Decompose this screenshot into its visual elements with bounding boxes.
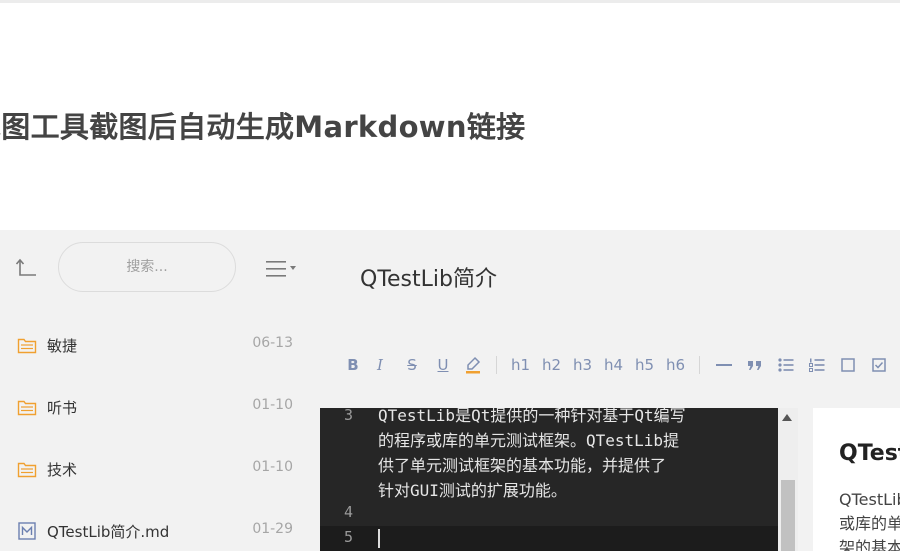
ordered-list-icon [808,358,824,372]
heading-1-button[interactable]: h1 [505,352,536,378]
search-input[interactable] [75,258,219,276]
bullet-list-icon [777,358,793,372]
heading-4-button[interactable]: h4 [598,352,629,378]
parent-folder-icon[interactable] [15,256,39,280]
preview-paragraph: QTestLib是Qt提供的 或库的单元测试框 架的基本功能 [839,488,900,551]
editor-pane: QTestLib简介 B I S U h1 h2 h3 h4 h5 h6 3 4… [320,230,900,551]
list-item[interactable]: QTestLib简介.md 01-29 [0,500,320,551]
quote-icon [747,361,761,370]
folder-icon [17,400,37,416]
preview-line: 或库的单元测试框 [839,514,900,533]
highlighter-icon [466,356,481,374]
quote-button[interactable] [739,352,770,378]
file-date: 06-13 [252,335,293,351]
horizontal-rule-icon [715,364,732,366]
bold-button[interactable]: B [342,352,364,378]
file-list: 敏捷 06-13 听书 01-10 技术 01-10 QTestLib简介.md… [0,314,320,551]
top-divider [0,0,900,3]
file-name: 技术 [47,461,78,479]
checkbox-icon [840,358,855,372]
editor-scrollbar[interactable] [778,408,798,551]
code-text[interactable]: QTestLib是Qt提供的一种针对基于Qt编写 的程序或库的单元测试框架。QT… [378,408,758,503]
heading-5-button[interactable]: h5 [629,352,660,378]
preview-heading: QTestLib简介 [839,441,900,466]
markdown-file-icon [18,522,36,540]
active-line-highlight [320,526,778,551]
heading-6-button[interactable]: h6 [660,352,691,378]
preview-line: 架的基本功能 [839,538,900,551]
article-title: 截图工具截图后自动生成Markdown链接 [0,110,526,144]
heading-2-button[interactable]: h2 [536,352,567,378]
checked-checkbox-button[interactable] [863,352,894,378]
sidebar-header [0,230,320,310]
search-box[interactable] [58,242,236,292]
code-line: 的程序或库的单元测试框架。QTestLib提 [378,431,680,450]
scroll-thumb[interactable] [781,480,795,551]
italic-button[interactable]: I [364,352,396,378]
bullet-list-button[interactable] [770,352,801,378]
file-name: 听书 [47,399,78,417]
code-line: 供了单元测试框架的基本功能，并提供了 [378,456,667,475]
text-cursor [378,529,380,548]
file-name: QTestLib简介.md [47,523,170,541]
list-item[interactable]: 听书 01-10 [0,376,320,438]
highlight-button[interactable] [458,352,488,378]
list-item[interactable]: 敏捷 06-13 [0,314,320,376]
line-number: 4 [344,503,354,521]
folder-icon [17,462,37,478]
toolbar-divider [496,356,497,374]
file-date: 01-29 [252,521,293,537]
file-date: 01-10 [252,459,293,475]
list-menu-icon[interactable] [265,258,299,280]
underline-button[interactable]: U [428,352,458,378]
strikethrough-button[interactable]: S [396,352,428,378]
horizontal-rule-button[interactable] [708,352,739,378]
file-name: 敏捷 [47,337,78,355]
sidebar: 敏捷 06-13 听书 01-10 技术 01-10 [0,230,320,551]
format-toolbar: B I S U h1 h2 h3 h4 h5 h6 [342,350,894,380]
line-number: 5 [344,528,354,546]
heading-3-button[interactable]: h3 [567,352,598,378]
line-number-gutter: 3 4 5 [320,408,368,551]
checked-checkbox-icon [871,358,886,372]
empty-checkbox-button[interactable] [832,352,863,378]
line-number: 3 [344,408,354,424]
markdown-editor-window: 敏捷 06-13 听书 01-10 技术 01-10 [0,230,900,551]
list-item[interactable]: 技术 01-10 [0,438,320,500]
scroll-up-arrow-icon[interactable] [782,414,792,421]
ordered-list-button[interactable] [801,352,832,378]
toolbar-divider [699,356,700,374]
code-line: 针对GUI测试的扩展功能。 [378,481,567,500]
document-title[interactable]: QTestLib简介 [360,261,497,293]
markdown-preview: QTestLib简介 QTestLib是Qt提供的 或库的单元测试框 架的基本功… [813,408,900,551]
preview-line: QTestLib是Qt提供的 [839,490,900,509]
file-date: 01-10 [252,397,293,413]
code-editor[interactable]: 3 4 5 QTestLib是Qt提供的一种针对基于Qt编写 的程序或库的单元测… [320,408,798,551]
folder-icon [17,338,37,354]
code-line: QTestLib是Qt提供的一种针对基于Qt编写 [378,408,686,425]
